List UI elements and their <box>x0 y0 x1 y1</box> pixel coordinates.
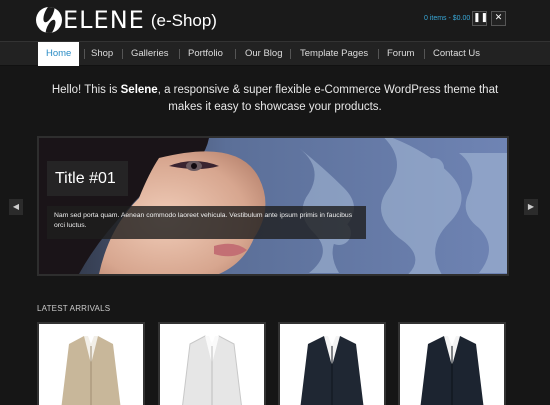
chevron-right-icon: ▶ <box>527 202 535 211</box>
intro-line-2: makes it easy to showcase your products. <box>168 101 382 113</box>
nav-item-contact[interactable]: Contact Us <box>425 42 488 66</box>
nav-item-galleries[interactable]: Galleries <box>123 42 177 66</box>
slider-next-button[interactable]: ▶ <box>524 199 538 215</box>
nav-divider <box>235 49 236 59</box>
slider-prev-button[interactable]: ◀ <box>9 199 23 215</box>
product-image <box>420 336 484 405</box>
nav-item-shop[interactable]: Shop <box>83 42 121 66</box>
main-nav: Home Shop Galleries Portfolio Our Blog T… <box>0 41 550 66</box>
site-logo[interactable]: ELENE (e-Shop) <box>36 6 217 34</box>
product-image <box>61 336 121 405</box>
intro-text: Hello! This is Selene, a responsive & su… <box>0 82 550 116</box>
product-image <box>300 336 364 405</box>
product-card-navy-suit-2[interactable] <box>398 322 506 405</box>
product-card-navy-suit[interactable] <box>278 322 386 405</box>
close-icon: ✕ <box>494 13 503 23</box>
logo-text: ELENE <box>63 6 145 34</box>
nav-item-home[interactable]: Home <box>38 42 80 66</box>
pause-button[interactable]: ❚❚ <box>472 11 489 26</box>
intro-suffix: , a responsive & super flexible e-Commer… <box>157 84 499 96</box>
nav-divider <box>290 49 291 59</box>
latest-arrivals-title: LATEST ARRIVALS <box>37 304 111 313</box>
logo-subtitle: (e-Shop) <box>150 11 217 30</box>
close-button[interactable]: ✕ <box>491 11 506 26</box>
cart-summary[interactable]: 0 items - $0.00 <box>424 15 470 22</box>
slide-caption: Nam sed porta quam. Aenean commodo laore… <box>47 206 366 239</box>
intro-prefix: Hello! This is <box>51 84 121 96</box>
pause-icon: ❚❚ <box>473 13 489 23</box>
hero-slider: Title #01 Nam sed porta quam. Aenean com… <box>37 136 509 276</box>
nav-item-portfolio[interactable]: Portfolio <box>180 42 231 66</box>
product-card-white-blazer[interactable] <box>158 322 266 405</box>
slide-title: Title #01 <box>47 161 128 196</box>
product-card-beige-blazer[interactable] <box>37 322 145 405</box>
logo-mark-icon <box>36 7 62 33</box>
chevron-left-icon: ◀ <box>12 202 20 211</box>
header: ELENE (e-Shop) 0 items - $0.00 ❚❚ ✕ <box>0 0 550 41</box>
nav-item-template-pages[interactable]: Template Pages <box>292 42 376 66</box>
product-image <box>182 335 242 405</box>
nav-item-forum[interactable]: Forum <box>379 42 422 66</box>
nav-item-blog[interactable]: Our Blog <box>237 42 291 66</box>
intro-line-1: Hello! This is Selene, a responsive & su… <box>0 82 550 99</box>
intro-brand: Selene <box>120 84 158 96</box>
